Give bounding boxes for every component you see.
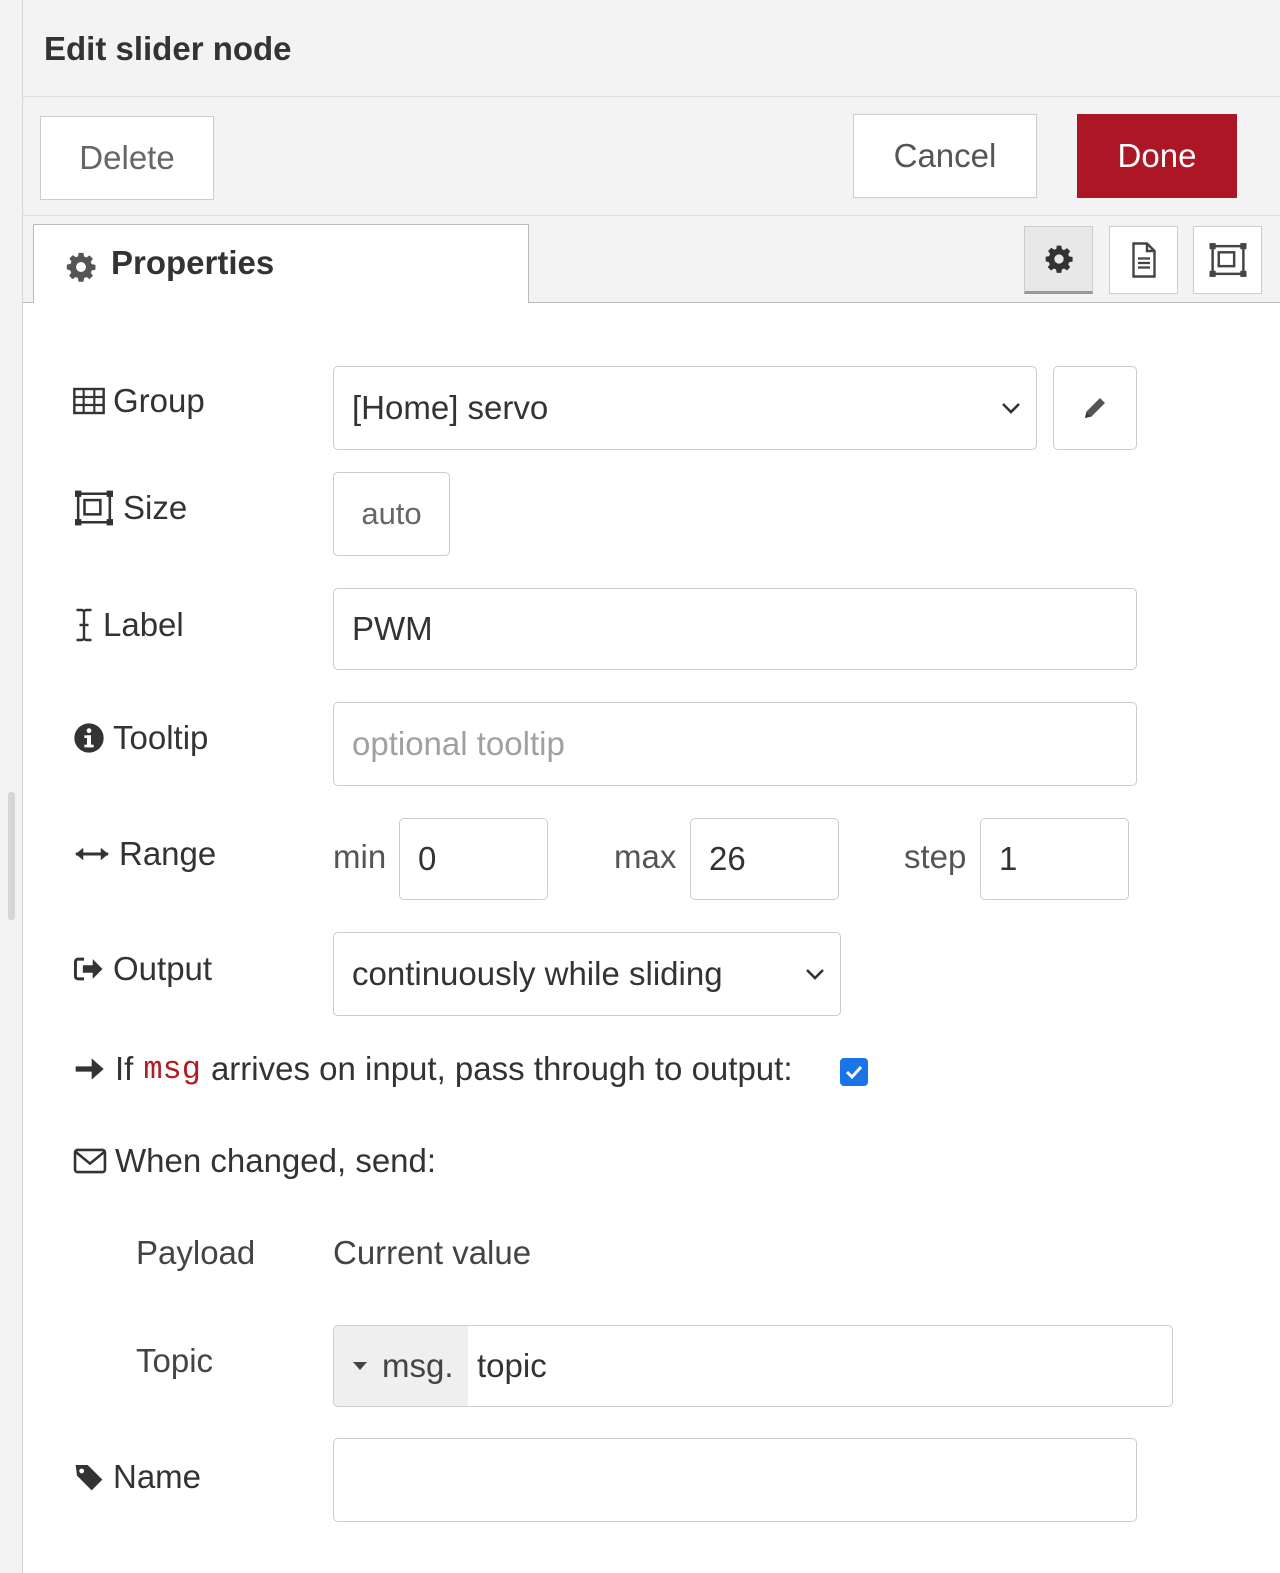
label-input[interactable]: PWM xyxy=(333,588,1137,670)
range-min-label: min xyxy=(333,838,387,875)
cancel-button[interactable]: Cancel xyxy=(853,114,1037,198)
pencil-icon xyxy=(1085,398,1105,418)
appearance-icon xyxy=(1209,243,1246,277)
tooltip-placeholder: optional tooltip xyxy=(352,725,565,762)
size-row-label: Size xyxy=(73,489,187,527)
name-input[interactable] xyxy=(333,1438,1137,1522)
group-select[interactable]: [Home] servo xyxy=(333,366,1037,450)
tab-bar: Properties xyxy=(23,216,1280,303)
resize-handle[interactable] xyxy=(8,792,15,920)
arrows-horizontal-icon xyxy=(75,847,109,861)
tag-icon xyxy=(75,1465,103,1491)
checkmark-icon xyxy=(845,1065,863,1080)
envelope-icon xyxy=(73,1148,107,1174)
output-label: Output xyxy=(113,950,213,987)
output-row-label: Output xyxy=(73,950,212,988)
payload-label: Payload xyxy=(136,1234,256,1271)
range-min-input[interactable]: 0 xyxy=(399,818,548,900)
group-label: Group xyxy=(113,382,205,419)
tab-properties[interactable]: Properties xyxy=(33,224,529,303)
left-sidebar-strip xyxy=(0,0,23,1573)
label-input-value: PWM xyxy=(352,610,433,647)
group-row-label: Group xyxy=(73,382,205,420)
edit-group-button[interactable] xyxy=(1053,366,1137,450)
payload-value: Current value xyxy=(333,1234,532,1271)
gear-icon xyxy=(1045,245,1073,273)
range-min-value: 0 xyxy=(418,840,437,877)
edit-dialog: Edit slider node Delete Cancel Done Prop… xyxy=(23,0,1280,1573)
size-label: Size xyxy=(123,489,188,526)
chevron-down-icon xyxy=(1002,403,1020,414)
chevron-down-icon xyxy=(806,969,824,980)
topic-type-selector[interactable]: msg. xyxy=(334,1326,468,1406)
text-cursor-icon xyxy=(76,608,92,642)
size-icon xyxy=(75,490,113,526)
when-changed-row: When changed, send: xyxy=(73,1142,436,1180)
caret-down-icon xyxy=(353,1362,367,1370)
arrow-right-icon xyxy=(75,1058,104,1080)
topic-label: Topic xyxy=(136,1342,214,1379)
dialog-toolbar: Delete Cancel Done xyxy=(23,97,1280,216)
settings-tab-button[interactable] xyxy=(1024,226,1093,294)
passthrough-prefix: If xyxy=(115,1050,134,1087)
tab-properties-label: Properties xyxy=(111,244,275,281)
range-step-label: step xyxy=(904,838,967,875)
tooltip-label: Tooltip xyxy=(113,719,209,756)
topic-typed-input[interactable]: msg. topic xyxy=(333,1325,1173,1407)
dialog-header: Edit slider node xyxy=(23,0,1280,97)
delete-button[interactable]: Delete xyxy=(40,116,214,200)
done-button[interactable]: Done xyxy=(1077,114,1237,198)
when-changed-label: When changed, send: xyxy=(115,1142,437,1179)
description-tab-button[interactable] xyxy=(1109,226,1178,294)
passthrough-row: If msg arrives on input, pass through to… xyxy=(73,1050,792,1088)
range-row-label: Range xyxy=(73,835,216,873)
document-icon xyxy=(1131,242,1156,278)
topic-type-label: msg. xyxy=(382,1347,454,1384)
group-select-value: [Home] servo xyxy=(352,389,549,426)
tooltip-input[interactable]: optional tooltip xyxy=(333,702,1137,786)
size-value: auto xyxy=(361,496,422,531)
name-label: Name xyxy=(113,1458,202,1495)
range-step-input[interactable]: 1 xyxy=(980,818,1129,900)
range-max-label: max xyxy=(614,838,677,875)
tooltip-row-label: Tooltip xyxy=(73,719,208,757)
sign-out-icon xyxy=(73,957,103,981)
range-max-input[interactable]: 26 xyxy=(690,818,839,900)
size-button[interactable]: auto xyxy=(333,472,450,556)
range-max-value: 26 xyxy=(709,840,746,877)
range-label: Range xyxy=(119,835,217,872)
label-row-label: Label xyxy=(73,606,184,644)
label-label: Label xyxy=(103,606,184,643)
range-step-value: 1 xyxy=(999,840,1018,877)
output-select[interactable]: continuously while sliding xyxy=(333,932,841,1016)
dialog-title: Edit slider node xyxy=(44,30,292,67)
info-icon xyxy=(74,723,104,753)
gear-icon xyxy=(66,252,96,282)
passthrough-msg-code: msg xyxy=(143,1050,201,1088)
appearance-tab-button[interactable] xyxy=(1193,226,1262,294)
passthrough-suffix: arrives on input, pass through to output… xyxy=(210,1050,793,1087)
output-select-value: continuously while sliding xyxy=(352,955,723,992)
name-row-label: Name xyxy=(73,1458,201,1496)
passthrough-checkbox[interactable] xyxy=(840,1058,868,1086)
topic-value[interactable]: topic xyxy=(477,1326,547,1406)
table-icon xyxy=(73,387,105,415)
